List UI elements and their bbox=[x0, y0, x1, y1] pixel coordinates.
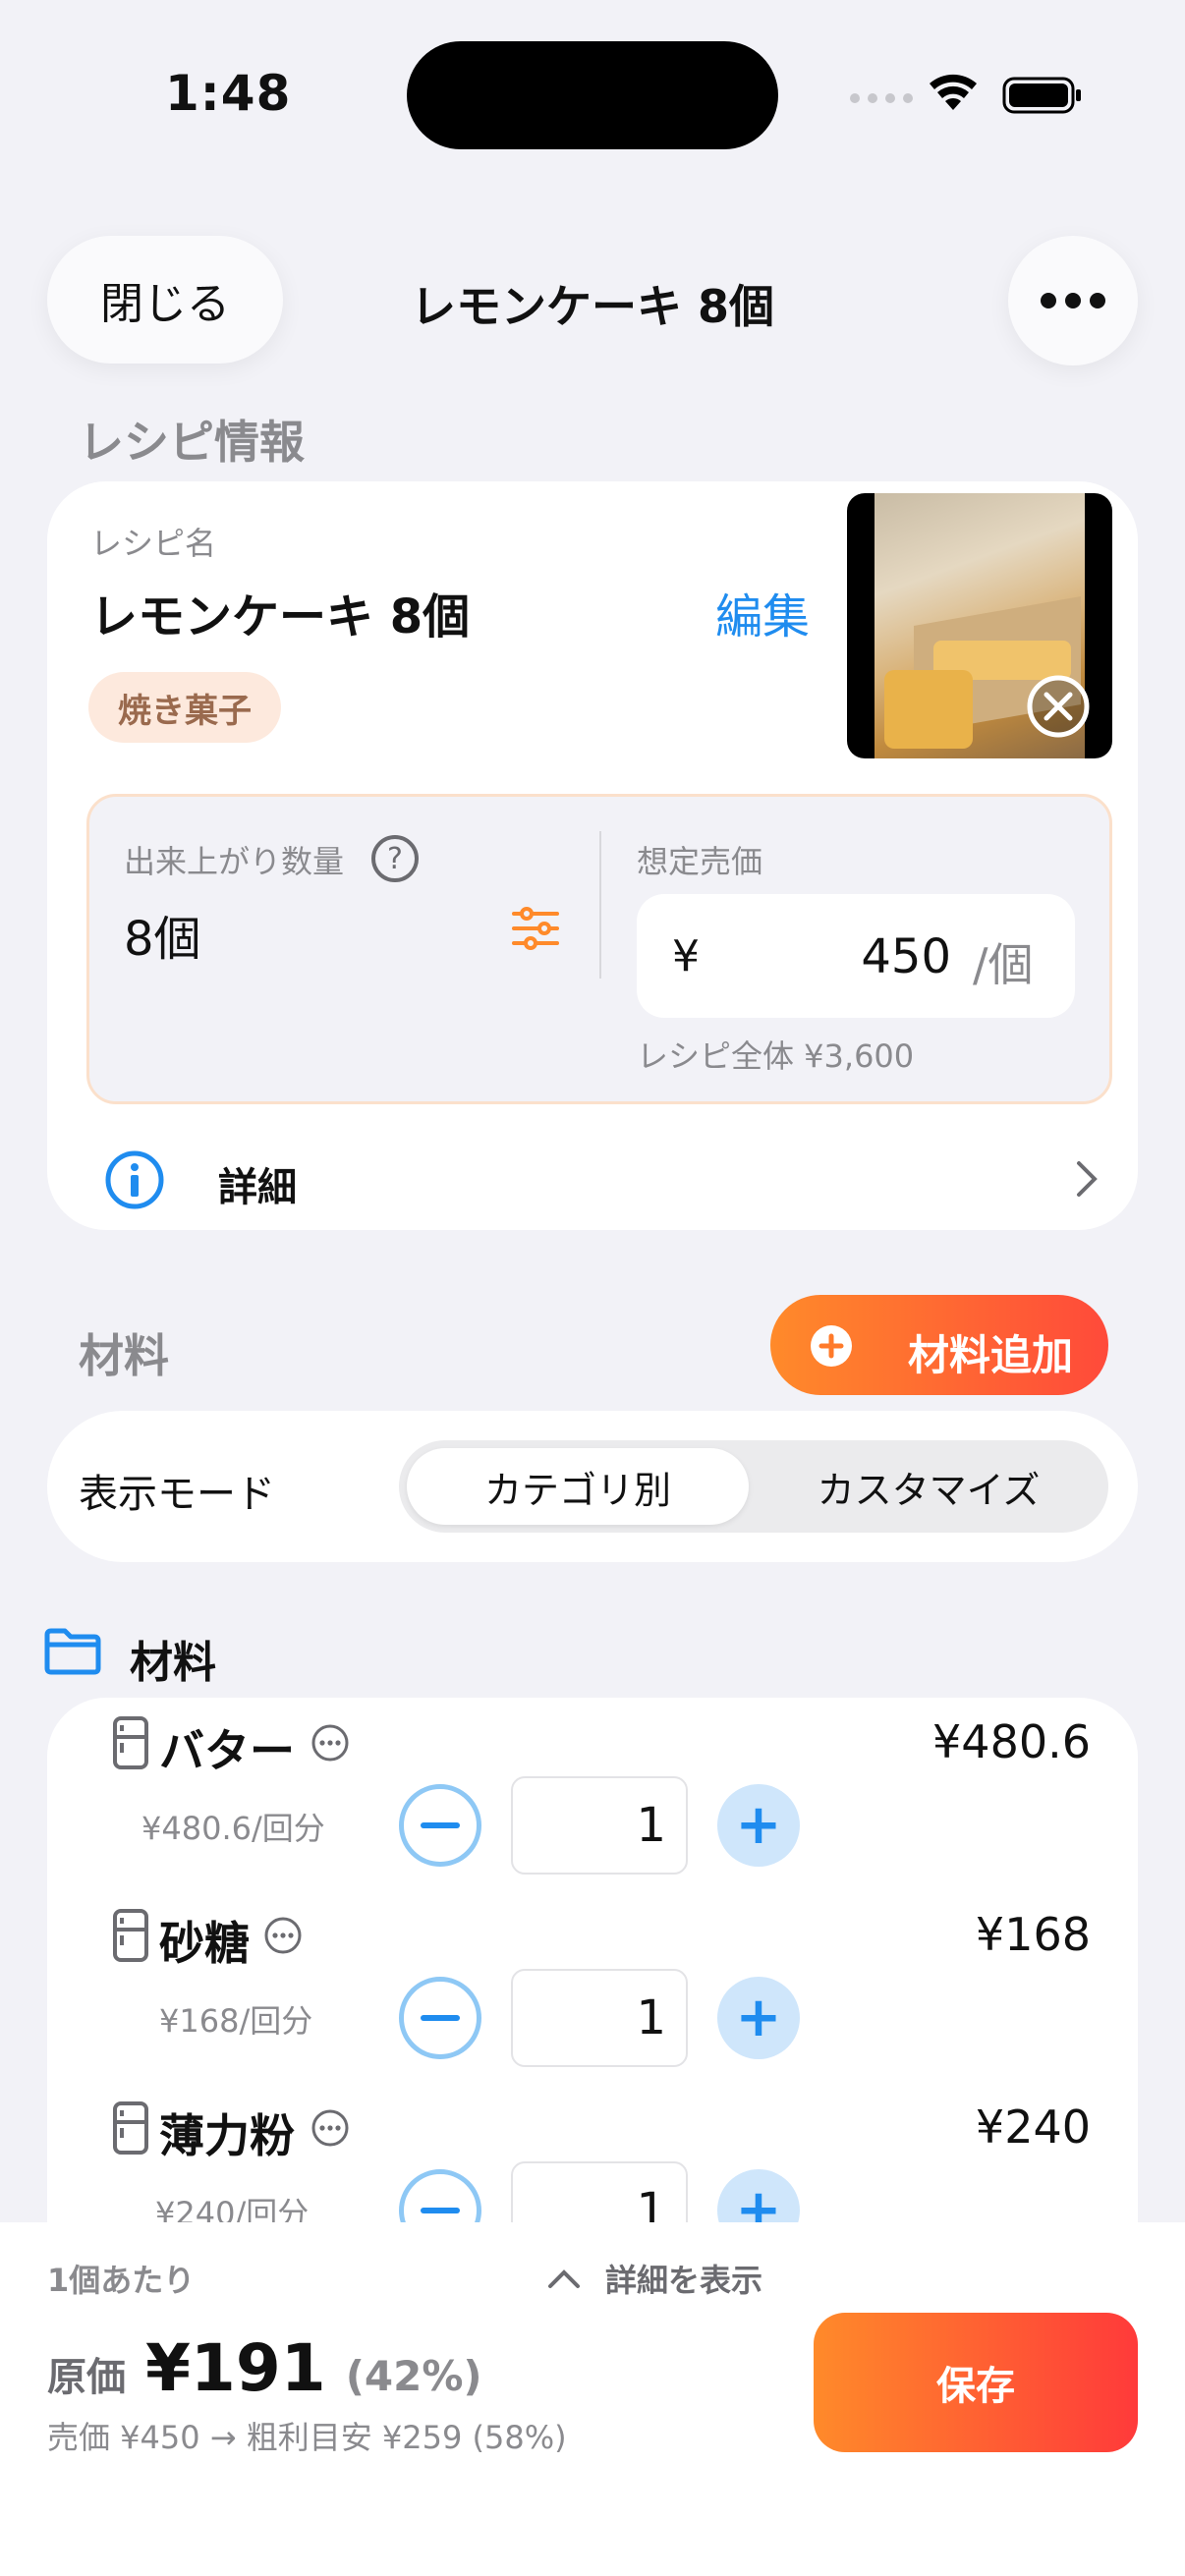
recipe-name-label: レシピ名 bbox=[90, 525, 217, 562]
cost-percent: (42%) bbox=[345, 2352, 482, 2400]
ingredient-row: 薄力粉 ¥240 ¥240/回分 1 + bbox=[108, 2100, 1091, 2222]
ingredient-name[interactable]: 薄力粉 bbox=[159, 2100, 295, 2165]
status-time: 1:48 bbox=[165, 65, 292, 122]
price-value: 450 bbox=[861, 929, 951, 984]
fridge-icon bbox=[113, 2101, 148, 2155]
recipe-total: レシピ全体 ¥3,600 bbox=[637, 1037, 915, 1075]
decrease-button[interactable] bbox=[399, 1977, 481, 2059]
show-detail-label: 詳細を表示 bbox=[605, 2262, 763, 2299]
divider bbox=[599, 831, 601, 979]
ingredient-price: ¥168 bbox=[975, 1908, 1091, 1961]
ellipsis-icon bbox=[1041, 293, 1105, 308]
per-unit-label: 1個あたり bbox=[47, 2262, 196, 2299]
options-icon[interactable] bbox=[310, 1723, 350, 1763]
expected-price-label: 想定売価 bbox=[637, 843, 763, 880]
plus-circle-icon bbox=[811, 1325, 852, 1367]
mode-category[interactable]: カテゴリ別 bbox=[407, 1448, 749, 1525]
recipe-name: レモンケーキ 8個 bbox=[90, 589, 471, 644]
ingredient-unit-price: ¥168/回分 bbox=[159, 2002, 313, 2040]
increase-button[interactable]: + bbox=[717, 2169, 800, 2222]
save-button[interactable]: 保存 bbox=[814, 2313, 1138, 2452]
ingredient-name[interactable]: バター bbox=[159, 1715, 295, 1780]
quantity-field[interactable]: 1 bbox=[511, 1776, 688, 1875]
chevron-right-icon[interactable] bbox=[1075, 1159, 1099, 1199]
fridge-icon bbox=[113, 1716, 148, 1769]
battery-icon bbox=[1002, 77, 1081, 114]
yield-label: 出来上がり数量 bbox=[124, 843, 345, 880]
chevron-up-icon bbox=[548, 2269, 580, 2288]
info-icon bbox=[105, 1150, 164, 1209]
ingredient-name[interactable]: 砂糖 bbox=[159, 1908, 250, 1973]
increase-button[interactable]: + bbox=[717, 1784, 800, 1867]
options-icon[interactable] bbox=[310, 2108, 350, 2148]
adjust-icon[interactable] bbox=[511, 906, 560, 951]
decrease-button[interactable] bbox=[399, 2169, 481, 2222]
ingredient-price: ¥240 bbox=[975, 2100, 1091, 2154]
page-title: レモンケーキ 8個 bbox=[410, 280, 775, 333]
yield-value[interactable]: 8個 bbox=[124, 900, 201, 969]
cost-label: 原価 bbox=[47, 2355, 126, 2400]
quantity-field[interactable]: 1 bbox=[511, 1969, 688, 2067]
signal-icon bbox=[850, 93, 913, 103]
svg-text:?: ? bbox=[387, 842, 403, 876]
mode-customize[interactable]: カスタマイズ bbox=[757, 1448, 1100, 1525]
folder-icon bbox=[44, 1628, 101, 1675]
cost-value: ¥191 bbox=[145, 2330, 326, 2406]
show-detail-button[interactable]: 詳細を表示 bbox=[546, 2256, 762, 2301]
increase-button[interactable]: + bbox=[717, 1977, 800, 2059]
cost-summary: 原価 ¥191 (42%) bbox=[47, 2330, 482, 2406]
options-icon[interactable] bbox=[263, 1916, 303, 1955]
edit-link[interactable]: 編集 bbox=[715, 578, 810, 646]
currency-symbol: ¥ bbox=[672, 931, 700, 981]
ingredient-row: 砂糖 ¥168 ¥168/回分 1 + bbox=[108, 1908, 1091, 2095]
wifi-icon bbox=[930, 74, 977, 110]
margin-text: 売価 ¥450 → 粗利目安 ¥259 (58%) bbox=[47, 2419, 567, 2456]
price-input[interactable]: ¥ 450 /個 bbox=[637, 894, 1075, 1018]
fridge-icon bbox=[113, 1909, 148, 1962]
status-icons bbox=[850, 74, 1081, 114]
more-button[interactable] bbox=[1008, 236, 1138, 365]
help-icon[interactable]: ? bbox=[369, 833, 421, 884]
category-title: 材料 bbox=[130, 1638, 216, 1688]
ingredient-price: ¥480.6 bbox=[932, 1715, 1091, 1768]
ingredient-unit-price: ¥240/回分 bbox=[155, 2195, 310, 2222]
ingredient-unit-price: ¥480.6/回分 bbox=[141, 1810, 325, 1847]
category-tag: 焼き菓子 bbox=[88, 672, 281, 743]
detail-row[interactable]: 詳細 bbox=[218, 1155, 297, 1212]
ingredients-title: 材料 bbox=[79, 1329, 169, 1382]
add-ingredient-label: 材料追加 bbox=[908, 1331, 1074, 1379]
recipe-photo[interactable] bbox=[847, 493, 1112, 758]
remove-photo-icon[interactable] bbox=[1026, 674, 1091, 739]
price-unit: /個 bbox=[973, 938, 1034, 991]
dynamic-island bbox=[407, 41, 778, 149]
recipe-info-title: レシピ情報 bbox=[79, 416, 305, 469]
quantity-field[interactable]: 1 bbox=[511, 2161, 688, 2222]
ingredient-row: バター ¥480.6 ¥480.6/回分 1 + bbox=[108, 1715, 1091, 1902]
display-mode-label: 表示モード bbox=[79, 1472, 275, 1517]
close-button[interactable]: 閉じる bbox=[47, 236, 283, 364]
add-ingredient-button[interactable]: 材料追加 bbox=[770, 1295, 1108, 1395]
decrease-button[interactable] bbox=[399, 1784, 481, 1867]
